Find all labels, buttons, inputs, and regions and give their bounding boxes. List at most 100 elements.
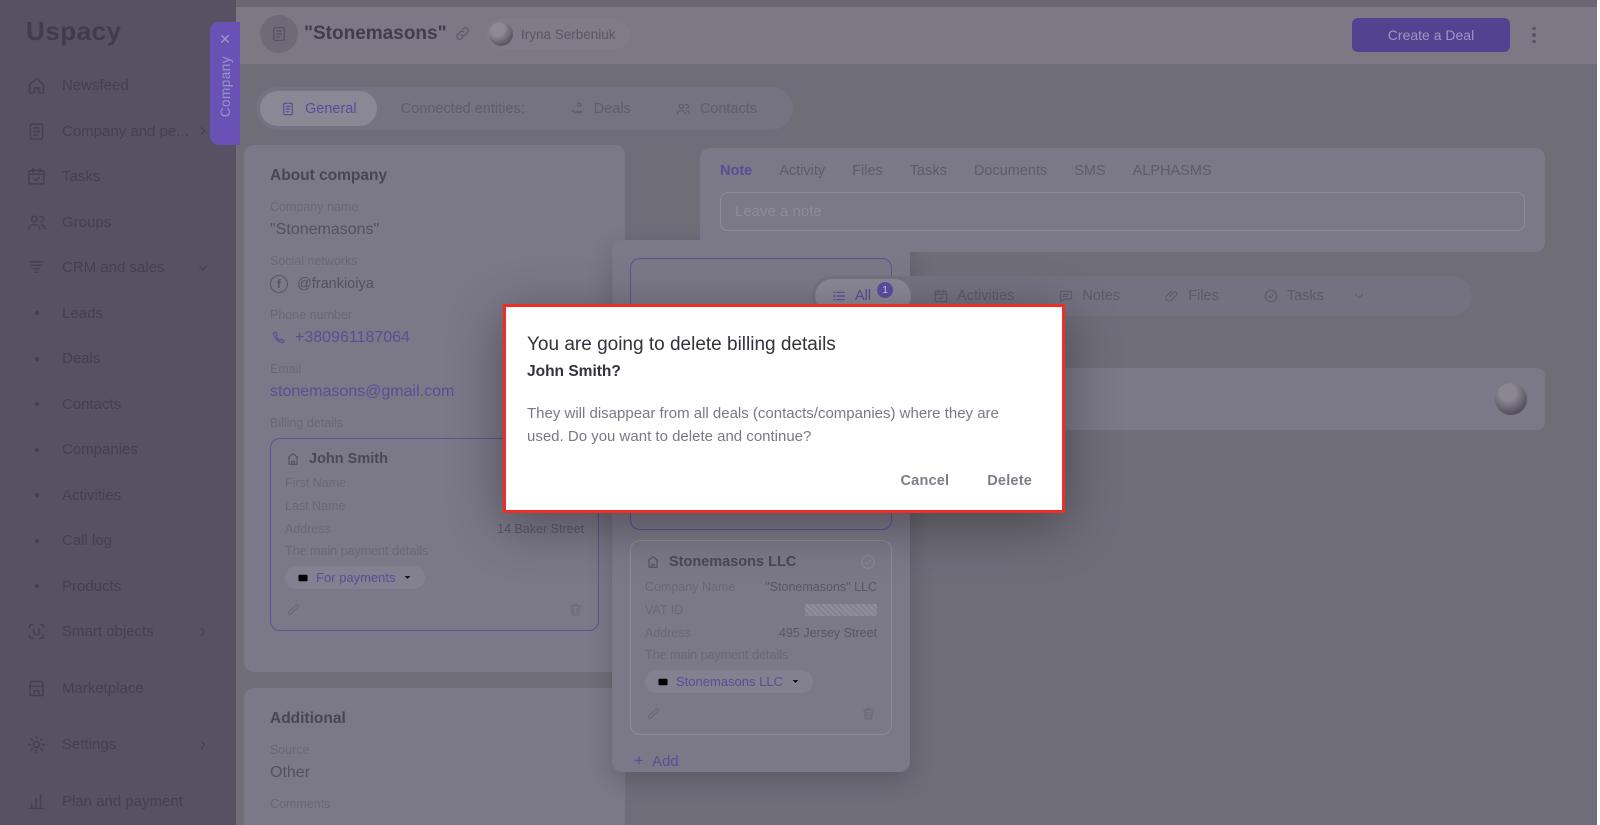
- sidebar-item-settings[interactable]: Settings: [0, 722, 236, 768]
- phone-icon: [270, 330, 286, 346]
- sidebar-item-activities[interactable]: Activities: [0, 473, 236, 519]
- sidebar-item-crm-and-sales[interactable]: CRM and sales: [0, 245, 236, 291]
- building-icon: [645, 554, 661, 570]
- home-icon: [26, 75, 47, 96]
- payment-details-label: The main payment details: [645, 648, 877, 662]
- composer-tab-documents[interactable]: Documents: [974, 163, 1047, 179]
- chevron-down-icon: [196, 261, 210, 275]
- note-composer-panel: Note Activity Files Tasks Documents SMS …: [700, 148, 1545, 252]
- source-label: Source: [270, 743, 599, 757]
- building-icon: [270, 25, 288, 43]
- page-tabs: General Connected entities: Deals Contac…: [256, 87, 793, 130]
- bullet-icon: [26, 584, 47, 588]
- sidebar-item-smart-objects[interactable]: Smart objects: [0, 609, 236, 655]
- header-bar: "Stonemasons" Iryna Serbeniuk Create a D…: [236, 0, 1600, 64]
- company-side-tab-label: Company: [218, 56, 233, 117]
- link-icon[interactable]: [454, 25, 471, 42]
- filter-files[interactable]: Files: [1142, 279, 1241, 313]
- comments-label: Comments: [270, 797, 599, 811]
- social-networks-label: Social networks: [270, 254, 599, 268]
- store-icon: [26, 678, 47, 699]
- bullet-icon: [26, 539, 47, 543]
- sidebar-item-tasks[interactable]: Tasks: [0, 154, 236, 200]
- sidebar-item-products[interactable]: Products: [0, 564, 236, 610]
- cancel-button[interactable]: Cancel: [901, 473, 950, 489]
- owner-avatar: [489, 22, 513, 46]
- composer-tab-alphasms[interactable]: ALPHASMS: [1133, 163, 1212, 179]
- tab-deals[interactable]: Deals: [549, 91, 651, 126]
- tab-general[interactable]: General: [260, 91, 377, 126]
- company-name-value: "Stonemasons": [270, 221, 599, 239]
- calendar-icon: [933, 288, 949, 304]
- check-circle-icon: [859, 553, 877, 571]
- uspacy-logo-text: Uspacy: [26, 16, 122, 46]
- close-icon[interactable]: ✕: [219, 30, 231, 48]
- create-deal-button[interactable]: Create a Deal: [1352, 18, 1510, 52]
- source-value: Other: [270, 764, 599, 782]
- funnel-icon: [26, 257, 47, 278]
- payment-chip[interactable]: For payments: [285, 566, 425, 589]
- composer-tab-note[interactable]: Note: [720, 163, 752, 179]
- users-icon: [26, 212, 47, 233]
- plus-icon: +: [634, 751, 644, 771]
- composer-tabs: Note Activity Files Tasks Documents SMS …: [720, 163, 1525, 179]
- timeline-avatar: [1495, 383, 1527, 415]
- more-menu-icon[interactable]: [1526, 24, 1542, 46]
- phone-value[interactable]: +380961187064: [295, 329, 410, 347]
- pencil-icon[interactable]: [285, 601, 302, 618]
- add-billing-button[interactable]: + Add: [630, 751, 892, 771]
- bullet-icon: [26, 311, 47, 315]
- document-icon: [280, 101, 296, 117]
- billing-person-name: John Smith: [309, 451, 388, 467]
- trash-icon[interactable]: [860, 705, 877, 722]
- sidebar-item-call-log[interactable]: Call log: [0, 518, 236, 564]
- payment-chip[interactable]: Stonemasons LLC: [645, 670, 813, 693]
- tab-connected-entities[interactable]: Connected entities:: [381, 91, 545, 126]
- facebook-icon[interactable]: f: [270, 275, 288, 293]
- modal-body: They will disappear from all deals (cont…: [527, 403, 1034, 448]
- delete-confirmation-modal: You are going to delete billing details …: [503, 304, 1065, 513]
- bullet-icon: [26, 493, 47, 497]
- composer-tab-files[interactable]: Files: [852, 163, 883, 179]
- filter-tasks[interactable]: Tasks: [1241, 279, 1346, 313]
- page-title: "Stonemasons": [304, 23, 447, 45]
- trash-icon[interactable]: [567, 601, 584, 618]
- sidebar-item-groups[interactable]: Groups: [0, 200, 236, 246]
- contacts-icon: [675, 101, 691, 117]
- sidebar-item-deals[interactable]: Deals: [0, 336, 236, 382]
- smart-objects-icon: [26, 621, 47, 642]
- all-count-badge: 1: [877, 282, 893, 298]
- sidebar-item-newsfeed[interactable]: Newsfeed: [0, 63, 236, 109]
- company-avatar: [260, 15, 298, 53]
- bullet-icon: [26, 448, 47, 452]
- modal-subject: John Smith?: [527, 363, 1034, 381]
- owner-chip[interactable]: Iryna Serbeniuk: [486, 19, 630, 49]
- sidebar-item-company-and-people[interactable]: Company and pe...: [0, 109, 236, 155]
- about-heading: About company: [270, 167, 599, 185]
- composer-tab-sms[interactable]: SMS: [1074, 163, 1105, 179]
- composer-tab-tasks[interactable]: Tasks: [910, 163, 947, 179]
- billing-company-name: Stonemasons LLC: [669, 554, 796, 570]
- sidebar-item-companies[interactable]: Companies: [0, 427, 236, 473]
- note-input[interactable]: [720, 192, 1525, 231]
- sidebar-item-marketplace[interactable]: Marketplace: [0, 666, 236, 712]
- app-window: Uspacy Newsfeed Company and pe... Tasks …: [0, 0, 1600, 825]
- pencil-icon[interactable]: [645, 705, 662, 722]
- company-side-tab[interactable]: ✕ Company: [210, 22, 240, 145]
- sidebar-item-leads[interactable]: Leads: [0, 291, 236, 337]
- billing-card-company: Stonemasons LLC Company Name"Stonemasons…: [630, 540, 892, 735]
- company-name-label: Company name: [270, 200, 599, 214]
- chevron-right-icon: [196, 124, 210, 138]
- social-handle[interactable]: @frankioiya: [297, 276, 374, 292]
- delete-button[interactable]: Delete: [987, 473, 1032, 489]
- card-icon: [657, 676, 669, 688]
- uspacy-logo[interactable]: Uspacy: [0, 0, 236, 47]
- sidebar-item-plan-and-payment[interactable]: Plan and payment: [0, 779, 236, 825]
- chevron-down-icon[interactable]: [1352, 289, 1366, 303]
- composer-tab-activity[interactable]: Activity: [779, 163, 825, 179]
- chevron-right-icon: [196, 625, 210, 639]
- tab-contacts[interactable]: Contacts: [655, 91, 777, 126]
- sidebar-item-contacts[interactable]: Contacts: [0, 382, 236, 428]
- additional-panel: Additional Source Other Comments: [244, 688, 625, 825]
- list-icon: [831, 288, 847, 304]
